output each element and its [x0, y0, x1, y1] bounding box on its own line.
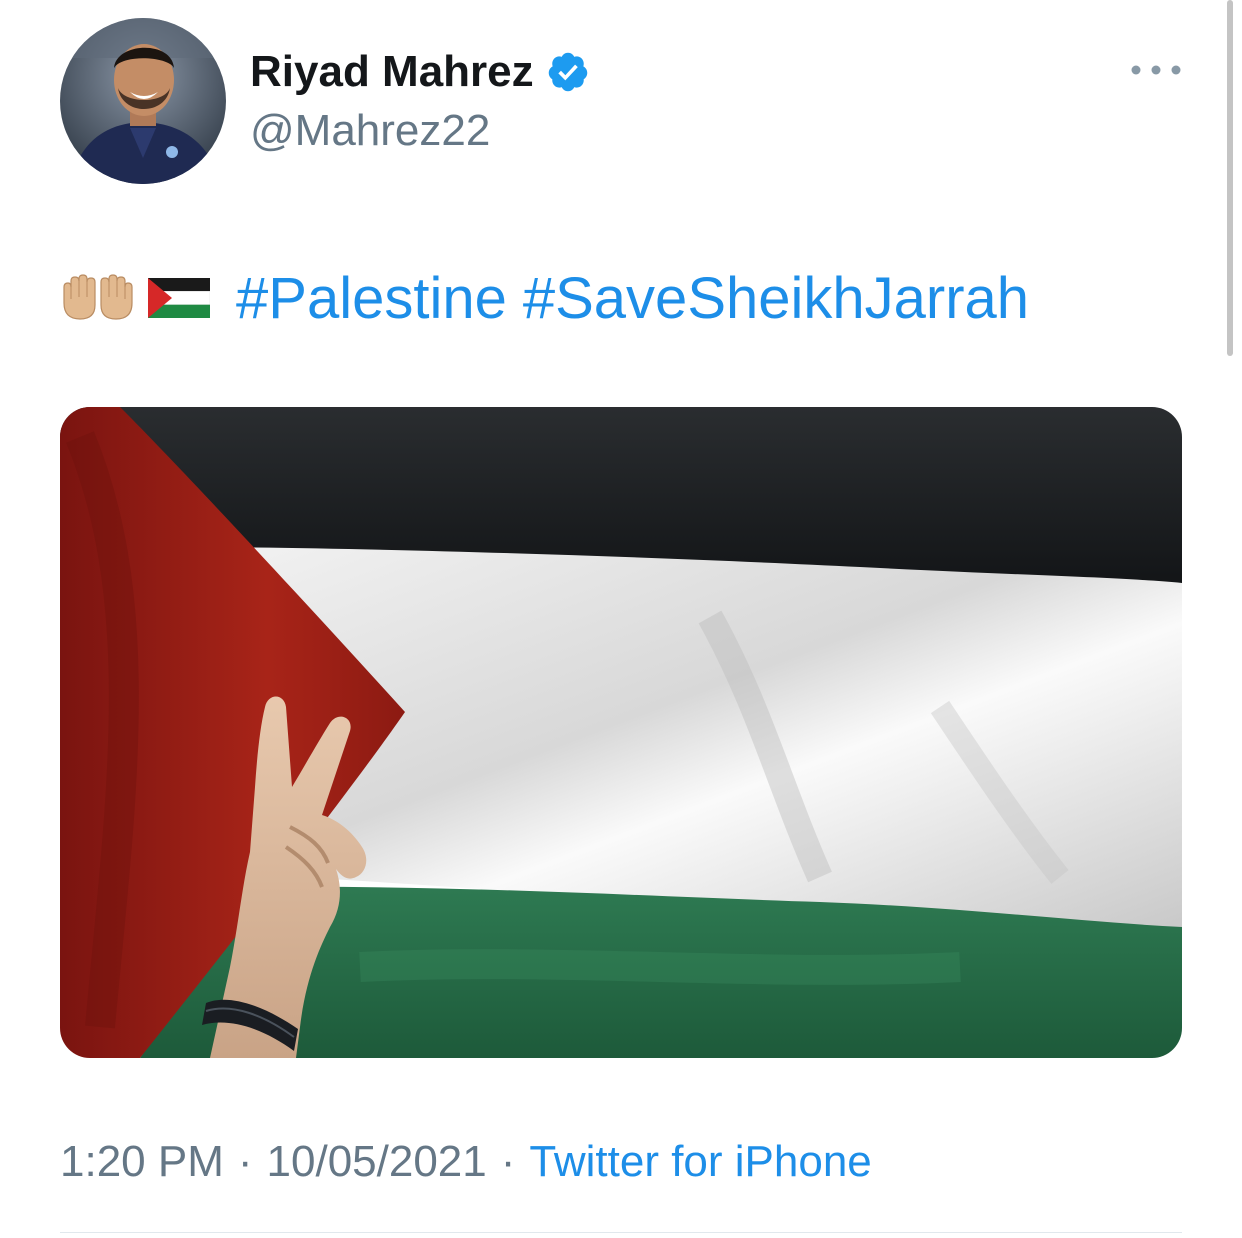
author-display-name[interactable]: Riyad Mahrez [250, 47, 534, 97]
author-avatar[interactable] [60, 18, 226, 184]
tweet-source-link[interactable]: Twitter for iPhone [529, 1137, 871, 1187]
more-options-button[interactable] [1128, 54, 1184, 86]
open-hands-emoji-icon [60, 273, 136, 323]
author-handle[interactable]: @Mahrez22 [250, 106, 490, 156]
hashtag-link-palestine[interactable]: #Palestine [236, 265, 507, 332]
meta-separator: · [237, 1137, 253, 1186]
palestinian-flag-photo [60, 407, 1182, 1058]
palestine-flag-emoji-icon [147, 276, 211, 320]
tweet-metadata: 1:20 PM · 10/05/2021 · Twitter for iPhon… [60, 1134, 872, 1190]
tweet-date[interactable]: 10/05/2021 [267, 1137, 487, 1187]
meta-separator: · [500, 1137, 516, 1186]
author-name-row: Riyad Mahrez [250, 44, 590, 100]
tweet-text: #Palestine #SaveSheikhJarrah [60, 262, 1045, 334]
scrollbar[interactable] [1227, 0, 1233, 356]
avatar-photo [60, 18, 226, 184]
divider [60, 1232, 1182, 1233]
ellipsis-icon [1131, 65, 1181, 75]
hashtag-link-savesheikhjarrah[interactable]: #SaveSheikhJarrah [523, 265, 1029, 332]
tweet-time[interactable]: 1:20 PM [60, 1137, 224, 1187]
verified-badge-icon [546, 50, 590, 94]
tweet-media-photo[interactable] [60, 407, 1182, 1058]
